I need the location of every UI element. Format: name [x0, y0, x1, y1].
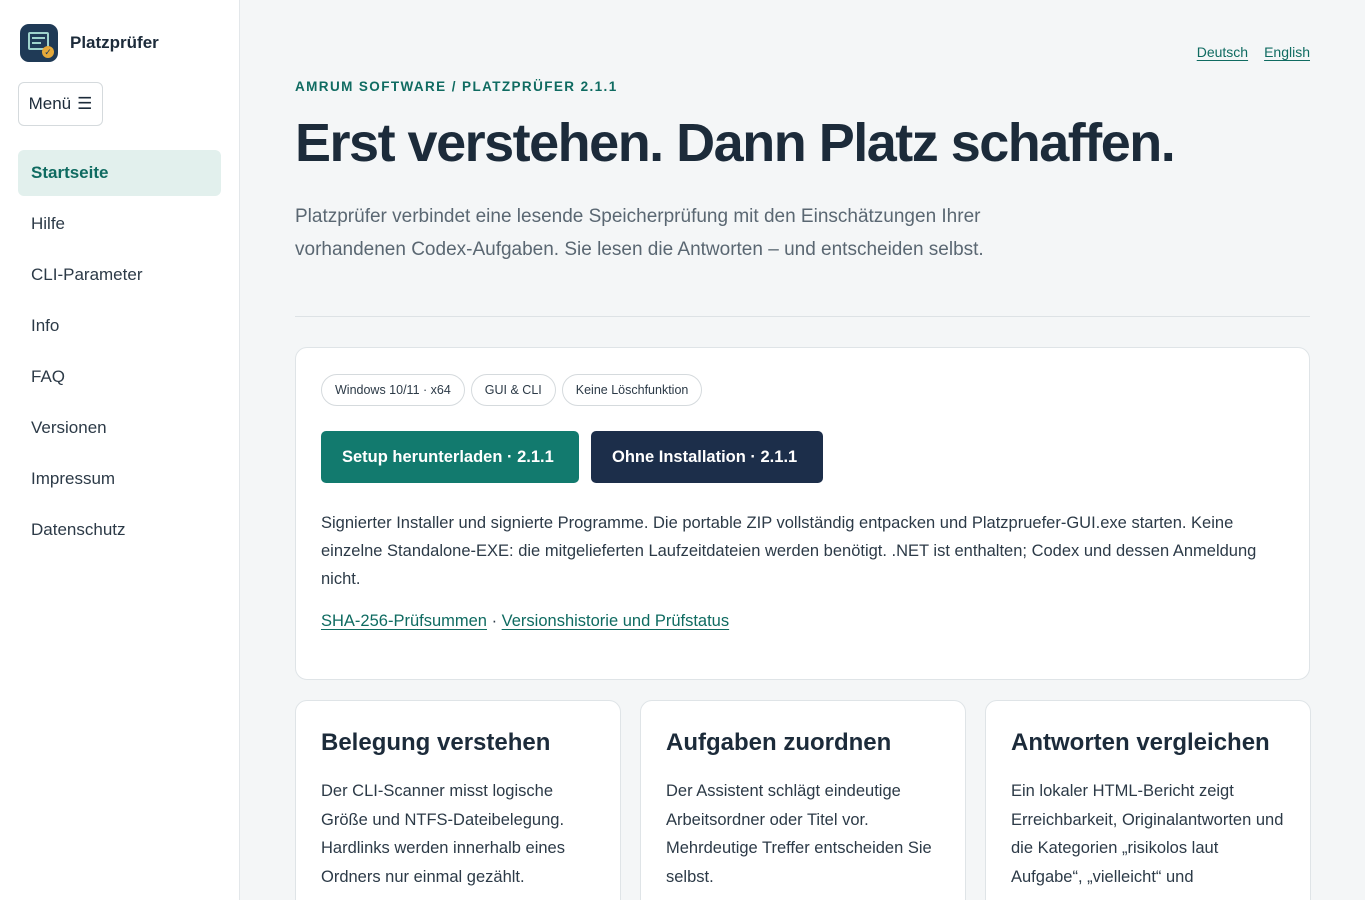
menu-label: Menü	[28, 94, 72, 113]
chip-gui-cli: GUI & CLI	[470, 374, 556, 406]
language-switcher: Deutsch English	[1197, 44, 1310, 60]
portable-download-button[interactable]: Ohne Installation · 2.1.1	[591, 431, 823, 483]
sidebar-item-hilfe[interactable]: Hilfe	[18, 201, 221, 247]
feature-text: Der Assistent schlägt eindeutige Arbeits…	[666, 782, 932, 886]
feature-text: Der CLI-Scanner misst logische Größe und…	[321, 782, 565, 886]
page-title: Erst verstehen. Dann Platz schaffen.	[295, 113, 1176, 173]
link-separator: ·	[486, 612, 502, 630]
brand[interactable]: ✓ Platzprüfer	[20, 24, 159, 62]
feature-card: Belegung verstehen Der CLI-Scanner misst…	[295, 700, 621, 900]
divider	[295, 316, 1310, 317]
feature-title: Antworten vergleichen	[1011, 729, 1270, 756]
feature-card: Antworten vergleichen Ein lokaler HTML-B…	[985, 700, 1311, 900]
sidebar: ✓ Platzprüfer Menü ☰ Startseite Hilfe CL…	[0, 0, 240, 900]
feature-text: Ein lokaler HTML-Bericht zeigt Erreichba…	[1011, 782, 1284, 886]
sidebar-nav: Startseite Hilfe CLI-Parameter Info FAQ …	[18, 150, 221, 558]
sidebar-item-info[interactable]: Info	[18, 303, 221, 349]
sidebar-item-datenschutz[interactable]: Datenschutz	[18, 507, 221, 553]
download-card: Windows 10/11 · x64 GUI & CLI Keine Lösc…	[295, 347, 1310, 680]
download-links: SHA-256-Prüfsummen · Versionshistorie un…	[321, 612, 729, 631]
hamburger-icon: ☰	[77, 94, 93, 113]
download-buttons: Setup herunterladen · 2.1.1 Ohne Install…	[321, 431, 823, 483]
eyebrow: AMRUM SOFTWARE / PLATZPRÜFER 2.1.1	[295, 79, 618, 94]
version-history-link[interactable]: Versionshistorie und Prüfstatus	[502, 612, 729, 630]
feature-cards: Belegung verstehen Der CLI-Scanner misst…	[295, 700, 1311, 900]
checksums-link[interactable]: SHA-256-Prüfsummen	[321, 612, 487, 630]
report-check-icon: ✓	[20, 24, 58, 62]
setup-download-button[interactable]: Setup herunterladen · 2.1.1	[321, 431, 579, 483]
feature-card: Aufgaben zuordnen Der Assistent schlägt …	[640, 700, 966, 900]
feature-title: Belegung verstehen	[321, 729, 551, 756]
menu-button[interactable]: Menü ☰	[18, 82, 103, 126]
lang-link-deutsch[interactable]: Deutsch	[1197, 44, 1248, 60]
chip-list: Windows 10/11 · x64 GUI & CLI Keine Lösc…	[321, 374, 703, 406]
sidebar-item-cli-parameter[interactable]: CLI-Parameter	[18, 252, 221, 298]
feature-title: Aufgaben zuordnen	[666, 729, 892, 756]
sidebar-item-versionen[interactable]: Versionen	[18, 405, 221, 451]
sidebar-item-impressum[interactable]: Impressum	[18, 456, 221, 502]
brand-name: Platzprüfer	[70, 33, 159, 52]
lang-link-english[interactable]: English	[1264, 44, 1310, 60]
chip-no-delete: Keine Löschfunktion	[561, 374, 703, 406]
chip-platform: Windows 10/11 · x64	[321, 374, 465, 406]
sidebar-item-startseite[interactable]: Startseite	[18, 150, 221, 196]
download-description: Signierter Installer und signierte Progr…	[321, 514, 1257, 588]
page-subtitle: Platzprüfer verbindet eine lesende Speic…	[295, 206, 984, 260]
sidebar-item-faq[interactable]: FAQ	[18, 354, 221, 400]
